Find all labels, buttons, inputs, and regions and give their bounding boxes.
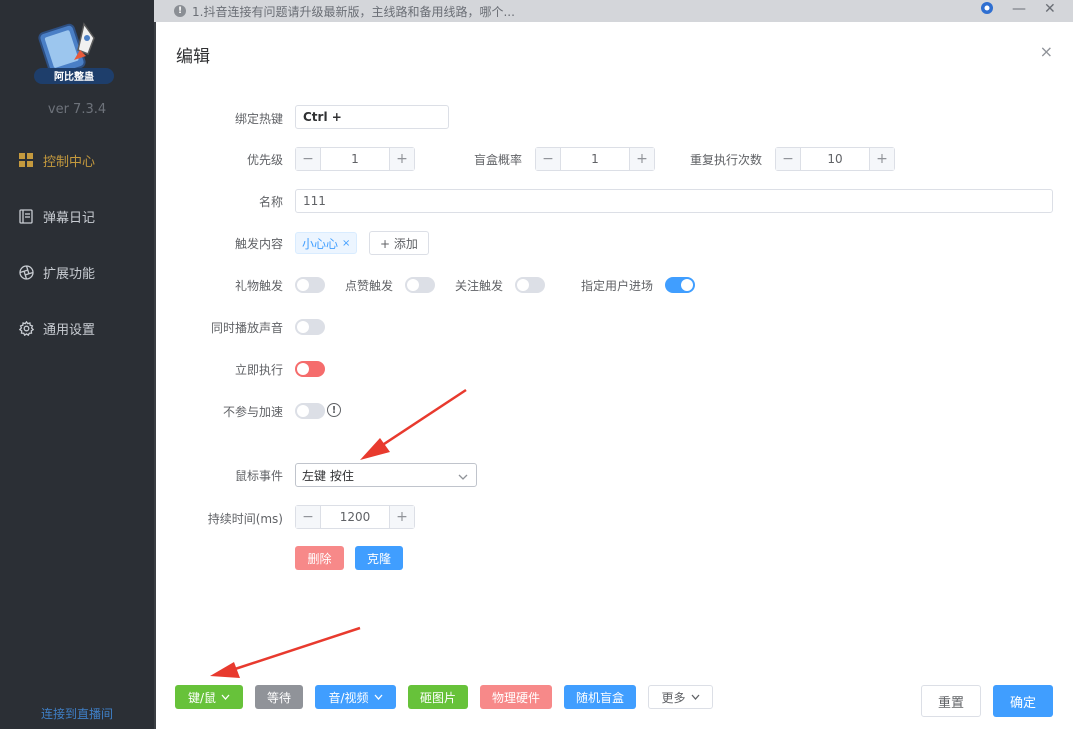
- confirm-button[interactable]: 确定: [993, 685, 1053, 717]
- app-version: ver 7.3.4: [47, 102, 107, 117]
- gift-trigger-switch[interactable]: [295, 277, 325, 293]
- clone-button[interactable]: 克隆: [355, 546, 403, 570]
- priority-label: 优先级: [246, 153, 283, 167]
- increment-button[interactable]: +: [389, 148, 414, 170]
- window-close-button[interactable]: ✕: [1044, 1, 1056, 17]
- more-dropdown-button[interactable]: 更多: [648, 685, 713, 709]
- stepper-value[interactable]: 1: [321, 148, 389, 170]
- sidebar-item-control-center[interactable]: 控制中心: [0, 140, 154, 180]
- dialog-title: 编辑: [176, 47, 210, 67]
- select-value: 左键 按住: [302, 468, 354, 483]
- decrement-button[interactable]: −: [296, 148, 321, 170]
- chevron-down-icon: [458, 470, 468, 484]
- hardware-button[interactable]: 物理硬件: [480, 685, 552, 709]
- sidebar-item-label: 弹幕日记: [43, 210, 96, 226]
- name-input[interactable]: 111: [295, 189, 1053, 213]
- sidebar-item-label: 扩展功能: [43, 266, 96, 282]
- decrement-button[interactable]: −: [536, 148, 561, 170]
- gear-icon: [18, 320, 34, 336]
- sidebar: 阿比整蛊 ver 7.3.4 控制中心 弹幕日记 扩展功能 通用设置 连接到直播…: [0, 0, 154, 729]
- av-dropdown-button[interactable]: 音/视频: [315, 685, 396, 709]
- repeat-count-label: 重复执行次数: [690, 153, 763, 167]
- chevron-down-icon: [374, 694, 383, 700]
- sidebar-item-extensions[interactable]: 扩展功能: [0, 252, 154, 292]
- random-box-button[interactable]: 随机盲盒: [564, 685, 636, 709]
- help-icon[interactable]: !: [327, 403, 341, 417]
- notice-text: 1.抖音连接有问题请升级最新版，主线路和备用线路，哪个...: [192, 4, 515, 19]
- button-label: 更多: [661, 690, 686, 705]
- follow-trigger-switch[interactable]: [515, 277, 545, 293]
- execute-now-switch[interactable]: [295, 361, 325, 377]
- browser-icon[interactable]: [980, 1, 994, 19]
- priority-stepper[interactable]: − 1 +: [295, 147, 415, 171]
- sidebar-item-label: 控制中心: [43, 154, 96, 170]
- trigger-tag[interactable]: 小心心 ×: [295, 232, 358, 254]
- stepper-value[interactable]: 10: [801, 148, 869, 170]
- app-logo: 阿比整蛊: [34, 20, 118, 88]
- reset-button[interactable]: 重置: [921, 685, 981, 717]
- tag-close-icon[interactable]: ×: [342, 238, 350, 249]
- decrement-button[interactable]: −: [776, 148, 801, 170]
- hotkey-input[interactable]: Ctrl +: [295, 105, 449, 129]
- wait-button[interactable]: 等待: [255, 685, 303, 709]
- no-accel-label: 不参与加速: [222, 405, 283, 419]
- sidebar-item-label: 通用设置: [43, 322, 96, 338]
- aperture-icon: [18, 264, 34, 280]
- stepper-value[interactable]: 1200: [321, 506, 389, 528]
- tag-text: 小心心: [302, 236, 339, 251]
- like-trigger-switch[interactable]: [405, 277, 435, 293]
- svg-text:阿比整蛊: 阿比整蛊: [54, 70, 94, 83]
- mouse-event-label: 鼠标事件: [234, 469, 283, 483]
- decrement-button[interactable]: −: [296, 506, 321, 528]
- duration-stepper[interactable]: − 1200 +: [295, 505, 415, 529]
- trigger-label: 触发内容: [234, 237, 283, 251]
- edit-dialog: 编辑 × 绑定热键 Ctrl + 优先级 − 1 + 盲盒概率 − 1 + 重复…: [156, 22, 1073, 729]
- button-label: 音/视频: [328, 690, 369, 705]
- hotkey-label: 绑定热键: [234, 112, 283, 126]
- repeat-count-stepper[interactable]: − 10 +: [775, 147, 895, 171]
- increment-button[interactable]: +: [389, 506, 414, 528]
- sidebar-item-general-settings[interactable]: 通用设置: [0, 308, 154, 348]
- increment-button[interactable]: +: [869, 148, 894, 170]
- delete-button[interactable]: 删除: [295, 546, 344, 570]
- image-button[interactable]: 砸图片: [408, 685, 468, 709]
- increment-button[interactable]: +: [629, 148, 654, 170]
- chevron-down-icon: [691, 694, 700, 700]
- keymouse-dropdown-button[interactable]: 键/鼠: [175, 685, 243, 709]
- chevron-down-icon: [221, 694, 230, 700]
- minimize-button[interactable]: —: [1012, 1, 1026, 17]
- info-icon: !: [174, 5, 186, 17]
- follow-trigger-label: 关注触发: [455, 279, 504, 293]
- stepper-value[interactable]: 1: [561, 148, 629, 170]
- user-enter-label: 指定用户进场: [581, 279, 654, 293]
- notice-bar: ! 1.抖音连接有问题请升级最新版，主线路和备用线路，哪个... — ✕: [154, 0, 1073, 22]
- play-sound-switch[interactable]: [295, 319, 325, 335]
- mouse-event-select[interactable]: 左键 按住: [295, 463, 477, 487]
- no-accel-switch[interactable]: [295, 403, 325, 419]
- name-label: 名称: [258, 195, 283, 209]
- add-trigger-button[interactable]: + 添加: [369, 231, 429, 255]
- grid-icon: [18, 152, 34, 168]
- like-trigger-label: 点赞触发: [345, 279, 394, 293]
- button-label: 键/鼠: [187, 690, 217, 705]
- duration-label: 持续时间(ms): [207, 512, 283, 526]
- play-sound-label: 同时播放声音: [210, 321, 283, 335]
- blindbox-prob-stepper[interactable]: − 1 +: [535, 147, 655, 171]
- sidebar-item-danmu-diary[interactable]: 弹幕日记: [0, 196, 154, 236]
- gift-trigger-label: 礼物触发: [234, 279, 283, 293]
- execute-now-label: 立即执行: [234, 363, 283, 377]
- blindbox-prob-label: 盲盒概率: [474, 153, 523, 167]
- user-enter-switch[interactable]: [665, 277, 695, 293]
- connect-live-room-link[interactable]: 连接到直播间: [0, 705, 154, 722]
- notebook-icon: [18, 208, 34, 224]
- close-icon[interactable]: ×: [1040, 42, 1053, 61]
